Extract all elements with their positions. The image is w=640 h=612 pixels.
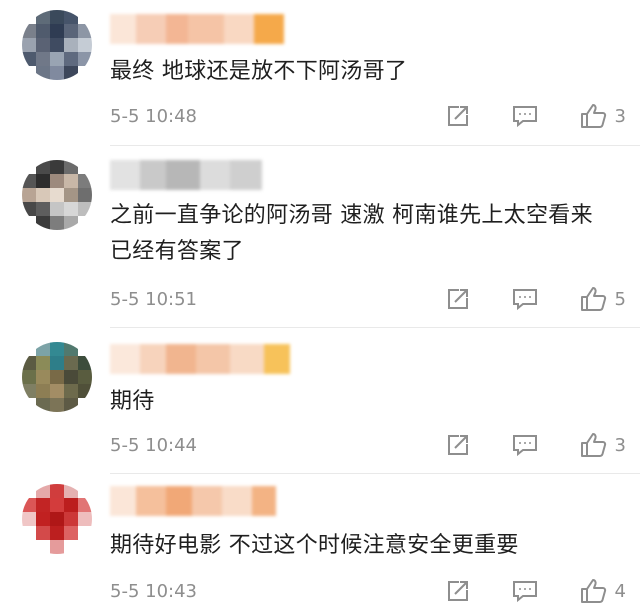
username-blurred[interactable] (110, 160, 262, 190)
comment-item: 期待 5-5 10:44 3 (0, 328, 640, 474)
comment-text: 期待好电影 不过这个时候注意安全更重要 (110, 533, 519, 558)
like-button[interactable]: 3 (579, 102, 626, 130)
comment-item: 最终 地球还是放不下阿汤哥了 5-5 10:48 3 (0, 0, 640, 146)
share-icon[interactable] (445, 286, 471, 312)
comment-timestamp: 5-5 10:51 (110, 288, 197, 310)
avatar[interactable] (22, 342, 92, 412)
username-blurred[interactable] (110, 344, 290, 374)
comment-meta: 5-5 10:44 3 (110, 430, 626, 460)
share-icon[interactable] (445, 432, 471, 458)
like-count: 3 (614, 105, 626, 127)
comment-meta: 5-5 10:48 3 (110, 101, 626, 131)
thumbs-up-icon[interactable] (579, 285, 609, 313)
avatar[interactable] (22, 160, 92, 230)
comment-timestamp: 5-5 10:48 (110, 105, 197, 127)
thumbs-up-icon[interactable] (579, 431, 609, 459)
like-count: 4 (614, 580, 626, 602)
thumbs-up-icon[interactable] (579, 102, 609, 130)
like-button[interactable]: 4 (579, 577, 626, 605)
comment-timestamp: 5-5 10:43 (110, 580, 197, 602)
share-icon[interactable] (445, 578, 471, 604)
comment-icon[interactable] (511, 103, 539, 129)
comment-timestamp: 5-5 10:44 (110, 434, 197, 456)
comment-item: 之前一直争论的阿汤哥 速激 柯南谁先上太空看来已经有答案了 5-5 10:51 5 (0, 146, 640, 328)
comment-icon[interactable] (511, 286, 539, 312)
like-count: 3 (614, 434, 626, 456)
share-icon[interactable] (445, 103, 471, 129)
comment-text: 最终 地球还是放不下阿汤哥了 (110, 59, 408, 84)
like-button[interactable]: 3 (579, 431, 626, 459)
avatar[interactable] (22, 10, 92, 80)
comment-icon[interactable] (511, 578, 539, 604)
comment-icon[interactable] (511, 432, 539, 458)
comment-text: 之前一直争论的阿汤哥 速激 柯南谁先上太空看来已经有答案了 (110, 203, 593, 264)
comment-meta: 5-5 10:51 5 (110, 284, 626, 314)
comment-item: 期待好电影 不过这个时候注意安全更重要 5-5 10:43 4 (0, 474, 640, 612)
avatar[interactable] (22, 484, 92, 554)
comment-meta: 5-5 10:43 4 (110, 576, 626, 606)
like-button[interactable]: 5 (579, 285, 626, 313)
thumbs-up-icon[interactable] (579, 577, 609, 605)
like-count: 5 (614, 288, 626, 310)
username-blurred[interactable] (110, 486, 276, 516)
username-blurred[interactable] (110, 14, 284, 44)
comment-text: 期待 (110, 389, 155, 414)
